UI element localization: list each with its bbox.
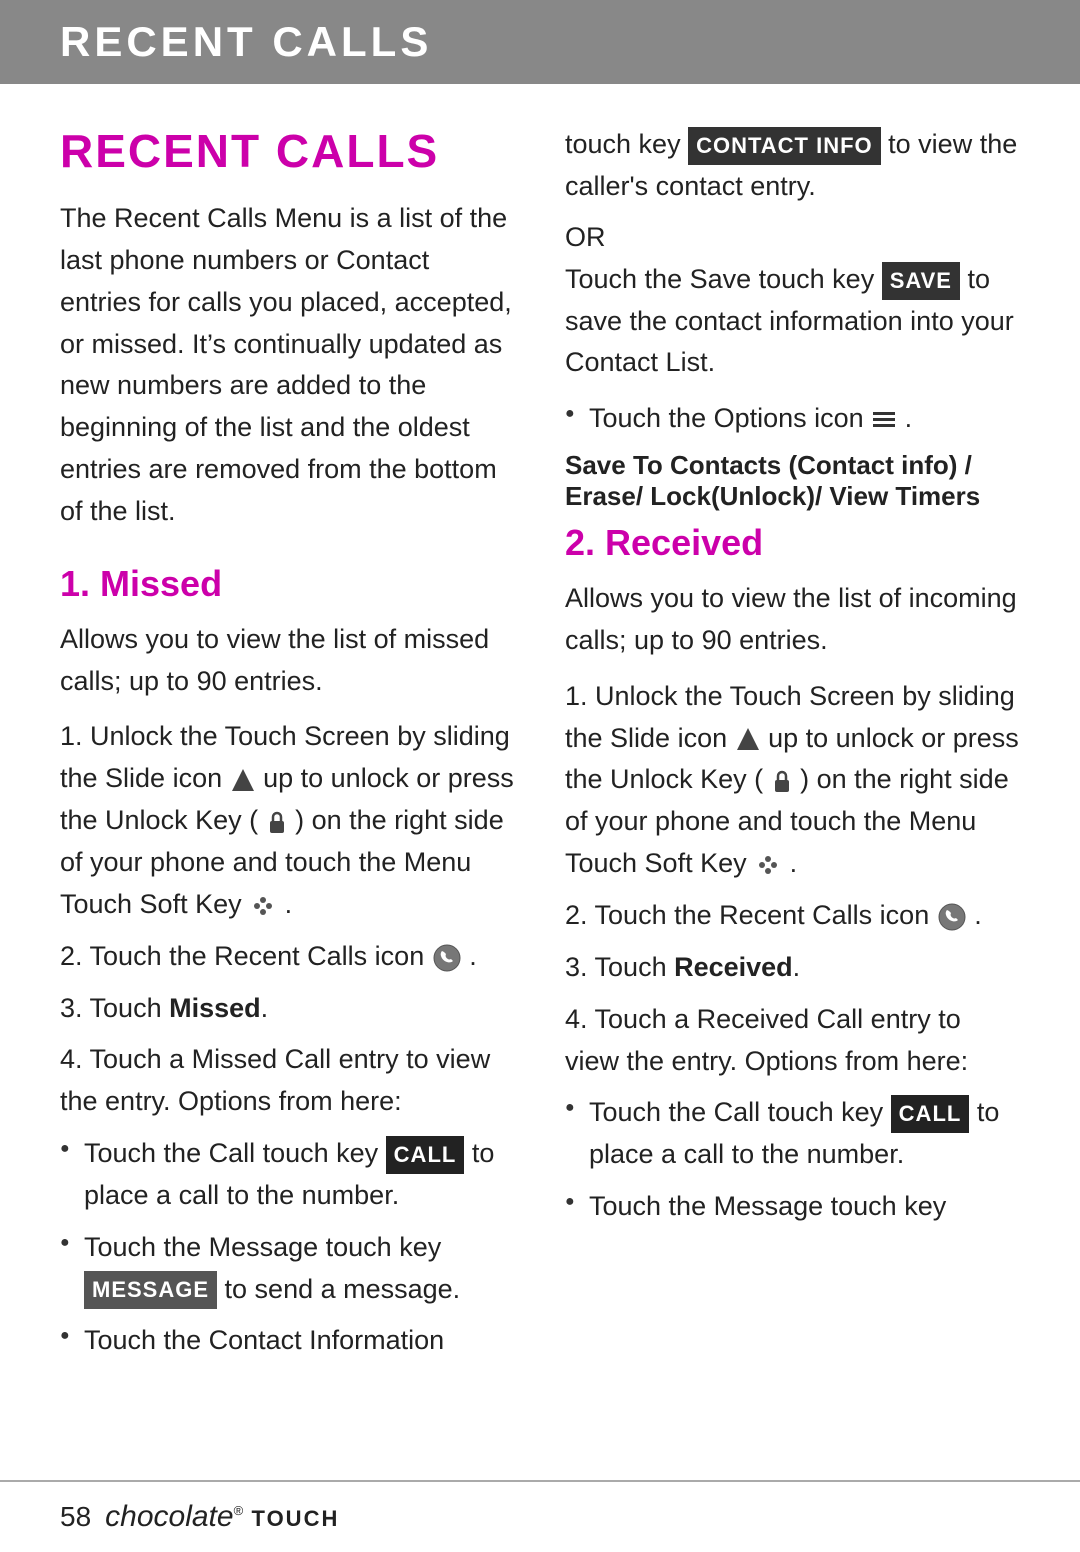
bullet2-call: Touch the Call touch key CALL to place a… (565, 1092, 1020, 1176)
section2-steps-list: 1. Unlock the Touch Screen by sliding th… (565, 676, 1020, 1083)
menu-soft-key-icon-2 (754, 854, 782, 876)
options-submenu-text: Save To Contacts (Contact info) / Erase/… (565, 450, 1020, 512)
options-icon (871, 407, 897, 433)
section2-intro: Allows you to view the list of incoming … (565, 578, 1020, 662)
left-column: RECENT CALLS The Recent Calls Menu is a … (60, 124, 515, 1372)
options-bullet-list: Touch the Options icon . (565, 398, 1020, 440)
call-badge-2: CALL (891, 1095, 970, 1133)
recent-calls-icon-2 (937, 902, 967, 932)
menu-soft-key-icon-1 (249, 895, 277, 917)
save-badge: SAVE (882, 262, 960, 300)
right-top-para: touch key CONTACT INFO to view the calle… (565, 124, 1020, 208)
footer-page-number: 58 (60, 1501, 91, 1533)
section1-intro: Allows you to view the list of missed ca… (60, 619, 515, 703)
message-badge-1: MESSAGE (84, 1271, 217, 1309)
section1-steps-list: 1. Unlock the Touch Screen by sliding th… (60, 716, 515, 1123)
section2-bullets-list: Touch the Call touch key CALL to place a… (565, 1092, 1020, 1228)
contact-info-badge: CONTACT INFO (688, 127, 881, 165)
step2-1: 1. Unlock the Touch Screen by sliding th… (565, 676, 1020, 885)
unlock-key-icon-1 (266, 809, 288, 835)
page-section-title: RECENT CALLS (60, 124, 515, 178)
bullet1-call: Touch the Call touch key CALL to place a… (60, 1133, 515, 1217)
step1-1: 1. Unlock the Touch Screen by sliding th… (60, 716, 515, 925)
step1-2: 2. Touch the Recent Calls icon . (60, 936, 515, 978)
section2-heading: 2. Received (565, 522, 1020, 564)
footer-brand-name: chocolate (105, 1500, 233, 1533)
section1-heading: 1. Missed (60, 563, 515, 605)
step1-3: 3. Touch Missed. (60, 988, 515, 1030)
intro-text: The Recent Calls Menu is a list of the l… (60, 198, 515, 533)
footer-brand-suffix: TOUCH (252, 1506, 340, 1531)
or-text: OR (565, 222, 1020, 253)
unlock-key-icon-2 (771, 768, 793, 794)
bullet1-message: Touch the Message touch key MESSAGE to s… (60, 1227, 515, 1311)
touch-missed-bold: Missed (169, 993, 261, 1023)
touch-received-bold: Received (674, 952, 793, 982)
footer-bar: 58 chocolate® TOUCH (0, 1480, 1080, 1552)
step1-4: 4. Touch a Missed Call entry to view the… (60, 1039, 515, 1123)
header-bar: RECENT CALLS (0, 0, 1080, 84)
slide-icon-1 (230, 767, 256, 793)
bullet-options: Touch the Options icon . (565, 398, 1020, 440)
header-title: RECENT CALLS (60, 18, 432, 66)
save-touch-key-text: Touch the Save touch key SAVE to save th… (565, 259, 1020, 385)
footer-brand: chocolate® TOUCH (105, 1500, 339, 1534)
step2-4: 4. Touch a Received Call entry to view t… (565, 999, 1020, 1083)
step2-3: 3. Touch Received. (565, 947, 1020, 989)
call-badge-1: CALL (386, 1136, 465, 1174)
recent-calls-icon-1 (432, 943, 462, 973)
step2-2: 2. Touch the Recent Calls icon . (565, 895, 1020, 937)
bullet2-message: Touch the Message touch key (565, 1186, 1020, 1228)
section1-bullets-list: Touch the Call touch key CALL to place a… (60, 1133, 515, 1362)
slide-icon-2 (735, 726, 761, 752)
bullet1-contact-info: Touch the Contact Information (60, 1320, 515, 1362)
main-content: RECENT CALLS The Recent Calls Menu is a … (0, 84, 1080, 1452)
right-column: touch key CONTACT INFO to view the calle… (565, 124, 1020, 1372)
